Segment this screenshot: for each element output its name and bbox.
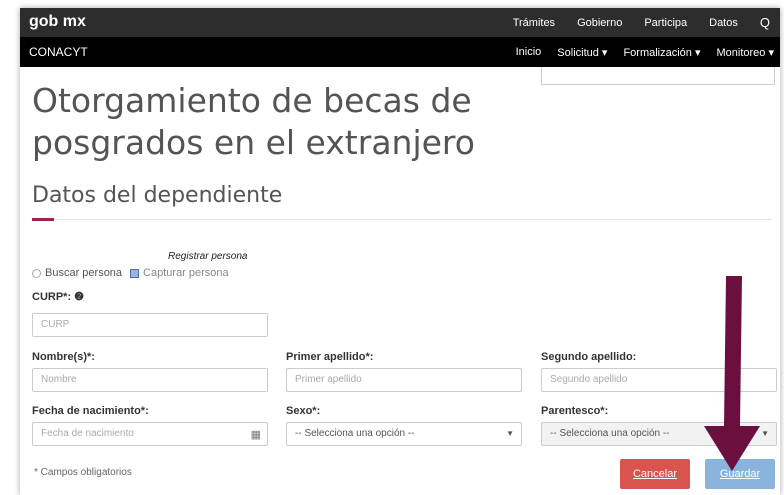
fecha-input[interactable]: Fecha de nacimiento ▦	[32, 422, 268, 446]
primer-apellido-label: Primer apellido*:	[286, 351, 374, 363]
nav-solicitud[interactable]: Solicitud ▾	[557, 46, 607, 59]
primer-apellido-input[interactable]: Primer apellido	[286, 368, 522, 392]
help-icon[interactable]: ❷	[71, 291, 84, 303]
section-accent-bar	[32, 218, 54, 221]
nombre-label: Nombre(s)*:	[32, 351, 95, 363]
chevron-down-icon: ▼	[761, 429, 769, 438]
conacyt-label[interactable]: CONACYT	[29, 45, 88, 59]
chevron-down-icon: ▼	[506, 429, 514, 438]
parentesco-label: Parentesco*:	[541, 405, 609, 417]
nav-tramites[interactable]: Trámites	[513, 17, 555, 29]
nav-gobierno[interactable]: Gobierno	[577, 17, 622, 29]
search-icon[interactable]: Q	[760, 15, 770, 30]
capture-person-radio[interactable]	[130, 268, 140, 278]
required-fields-note: * Campos obligatorios	[34, 467, 132, 478]
cancel-button[interactable]: Cancelar	[620, 459, 690, 489]
sub-navigation-bar: CONACYT Inicio Solicitud ▾ Formalización…	[20, 37, 780, 67]
page-title: Otorgamiento de becas de posgrados en el …	[32, 81, 475, 162]
sub-nav-links: Inicio Solicitud ▾ Formalización ▾ Monit…	[516, 37, 780, 67]
sexo-select[interactable]: -- Selecciona una opción -- ▼	[286, 422, 522, 446]
nav-monitoreo[interactable]: Monitoreo ▾	[717, 46, 775, 59]
person-mode-radios: Buscar persona Capturar persona	[32, 267, 229, 279]
search-person-label[interactable]: Buscar persona	[45, 267, 122, 279]
segundo-apellido-label: Segundo apellido:	[541, 351, 637, 363]
top-nav-links: Trámites Gobierno Participa Datos Q	[513, 8, 780, 37]
curp-label: CURP*: ❷	[32, 291, 85, 303]
search-person-radio[interactable]	[32, 268, 41, 278]
register-tooltip: Registrar persona	[168, 251, 248, 262]
nav-participa[interactable]: Participa	[644, 17, 687, 29]
nombre-input[interactable]: Nombre	[32, 368, 268, 392]
nav-datos[interactable]: Datos	[709, 17, 738, 29]
sexo-label: Sexo*:	[286, 405, 321, 417]
section-title: Datos del dependiente	[32, 183, 283, 208]
section-divider	[32, 219, 772, 220]
gobmx-logo[interactable]: gob mx	[29, 13, 86, 31]
dropdown-menu-panel	[541, 67, 775, 85]
capture-person-label[interactable]: Capturar persona	[143, 267, 229, 279]
browser-window: gob mx Trámites Gobierno Participa Datos…	[20, 8, 780, 495]
top-navigation-bar: gob mx Trámites Gobierno Participa Datos…	[20, 8, 780, 37]
fecha-label: Fecha de nacimiento*:	[32, 405, 149, 417]
annotation-arrow-icon	[704, 276, 760, 471]
calendar-icon[interactable]: ▦	[251, 428, 261, 441]
nav-formalizacion[interactable]: Formalización ▾	[623, 46, 700, 59]
nav-inicio[interactable]: Inicio	[516, 46, 542, 58]
curp-input[interactable]: CURP	[32, 313, 268, 337]
